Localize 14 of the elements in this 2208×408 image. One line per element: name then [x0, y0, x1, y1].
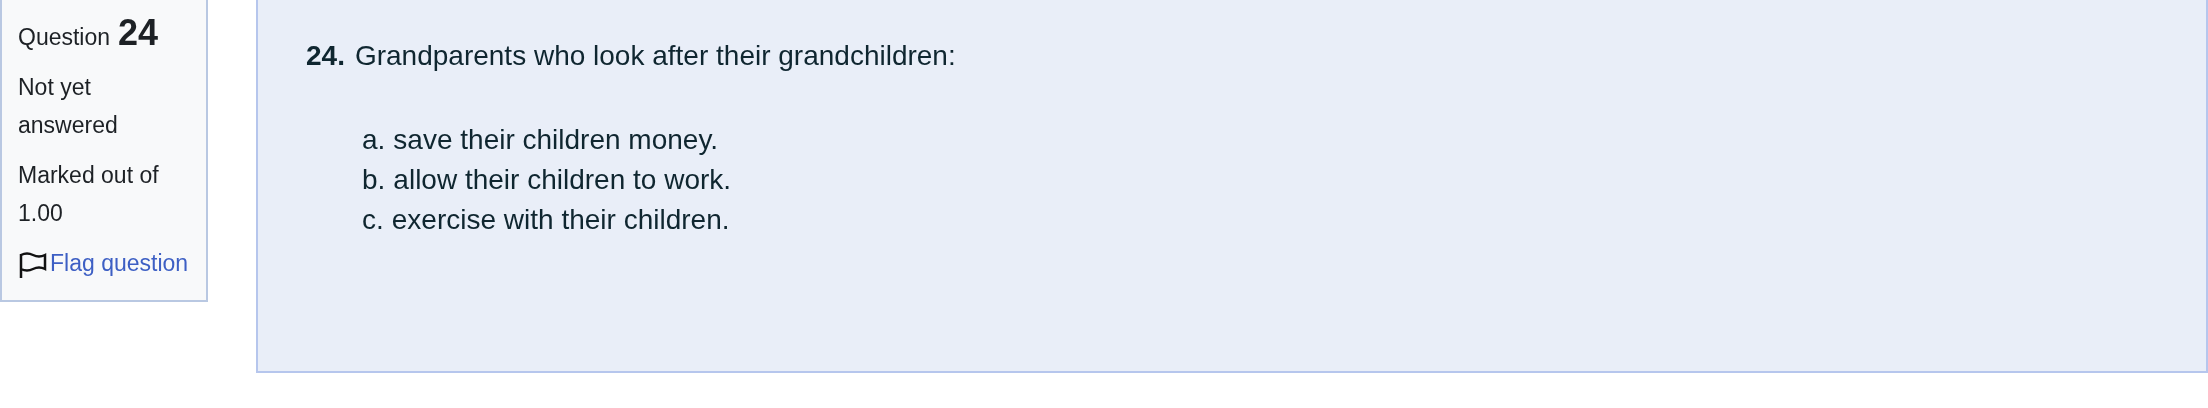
option-text[interactable]: exercise with their children. — [391, 202, 732, 238]
question-label: Question — [18, 23, 111, 52]
option-letter: b. — [362, 163, 386, 197]
option-letter: a. — [362, 123, 386, 157]
option-text[interactable]: allow their children to work. — [393, 162, 734, 198]
option-text[interactable]: save their children money. — [393, 122, 734, 158]
option-letter: c. — [362, 203, 384, 237]
flag-question-link[interactable]: Flag question — [50, 244, 189, 282]
question-number: 24 — [118, 14, 159, 52]
answer-status: Not yet answered — [18, 73, 119, 140]
marks-text: Marked out of 1.00 — [18, 161, 160, 228]
question-number: 24. — [306, 40, 345, 72]
question-text: Grandparents who look after their grandchildren: — [354, 40, 956, 72]
flag-icon[interactable] — [18, 250, 48, 280]
